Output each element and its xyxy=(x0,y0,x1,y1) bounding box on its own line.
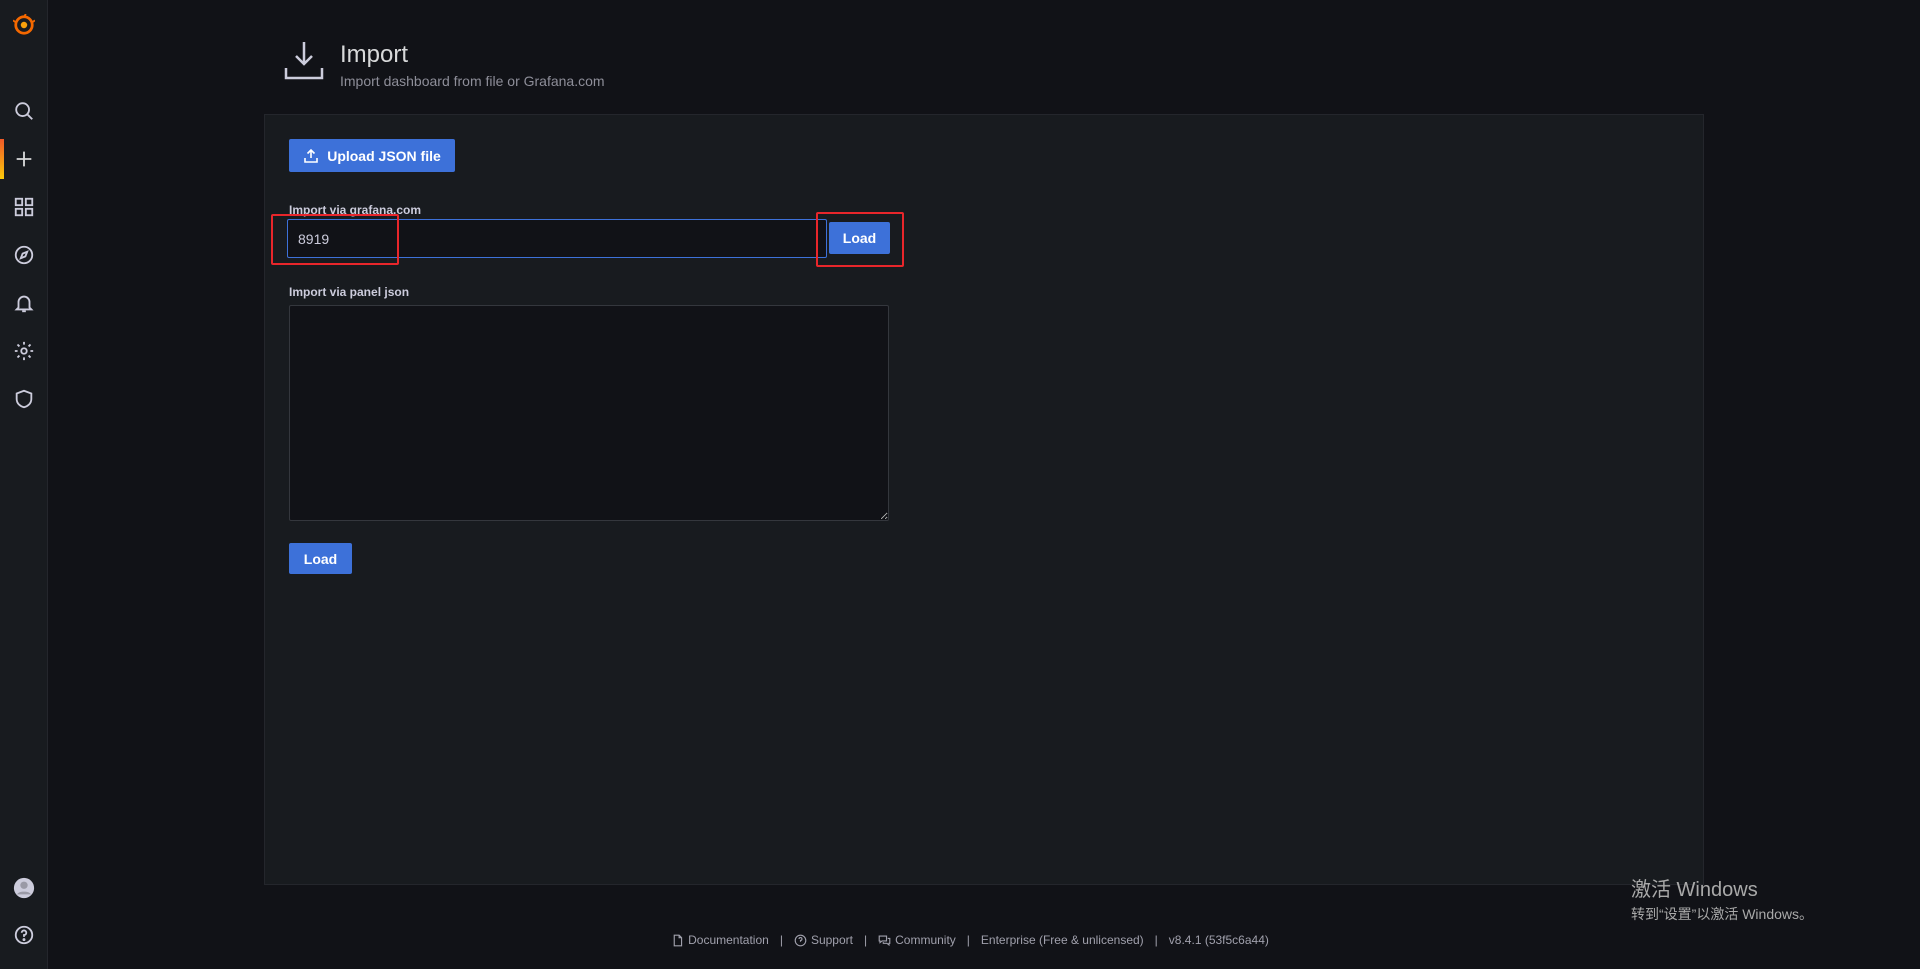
page-title: Import xyxy=(340,41,409,68)
watermark-subtitle: 转到“设置”以激活 Windows。 xyxy=(1631,906,1814,922)
grafana-logo-icon[interactable] xyxy=(0,4,48,46)
avatar[interactable] xyxy=(0,868,48,908)
upload-json-label: Upload JSON file xyxy=(327,147,441,164)
shield-icon[interactable] xyxy=(0,379,48,419)
upload-json-button[interactable]: Upload JSON file xyxy=(289,139,455,172)
footer-edition: Enterprise (Free & unlicensed) xyxy=(980,933,1144,947)
upload-icon xyxy=(304,148,319,163)
windows-activation-watermark: 激活 Windows 转到“设置”以激活 Windows。 xyxy=(1631,873,1813,924)
footer-separator: | xyxy=(779,933,783,947)
footer-community-link[interactable]: Community xyxy=(878,933,956,947)
footer-support-link[interactable]: Support xyxy=(794,933,853,947)
alerting-icon[interactable] xyxy=(0,283,48,323)
import-icon xyxy=(284,42,324,80)
panel-json-label: Import via panel json xyxy=(289,285,410,299)
watermark-title: 激活 Windows xyxy=(1631,879,1758,901)
explore-icon[interactable] xyxy=(0,235,48,275)
import-panel: Upload JSON file Import via grafana.com … xyxy=(264,114,1704,885)
footer-support-label: Support xyxy=(810,933,853,947)
footer-community-label: Community xyxy=(895,933,956,947)
sidebar xyxy=(0,0,48,969)
footer-separator: | xyxy=(966,933,970,947)
footer-separator: | xyxy=(1154,933,1158,947)
footer-documentation-link[interactable]: Documentation xyxy=(671,933,769,947)
plus-icon[interactable] xyxy=(0,139,48,179)
document-icon xyxy=(673,934,683,946)
footer-documentation-label: Documentation xyxy=(688,933,769,947)
gcom-label: Import via grafana.com xyxy=(289,203,422,217)
dashboards-icon[interactable] xyxy=(0,187,48,227)
footer: Documentation | Support | Community | En… xyxy=(0,933,1920,947)
panel-json-textarea[interactable] xyxy=(289,305,889,521)
search-icon[interactable] xyxy=(0,91,48,131)
comments-icon xyxy=(878,934,891,946)
page-header: Import Import dashboard from file or Gra… xyxy=(282,38,605,89)
footer-separator: | xyxy=(863,933,868,947)
question-circle-icon xyxy=(794,934,807,946)
gcom-load-button[interactable]: Load xyxy=(829,222,890,254)
page-subtitle: Import dashboard from file or Grafana.co… xyxy=(340,73,605,89)
gcom-url-input[interactable] xyxy=(287,219,827,258)
gear-icon[interactable] xyxy=(0,331,48,371)
footer-version: v8.4.1 (53f5c6a44) xyxy=(1168,933,1269,947)
panel-json-load-button[interactable]: Load xyxy=(289,543,352,574)
